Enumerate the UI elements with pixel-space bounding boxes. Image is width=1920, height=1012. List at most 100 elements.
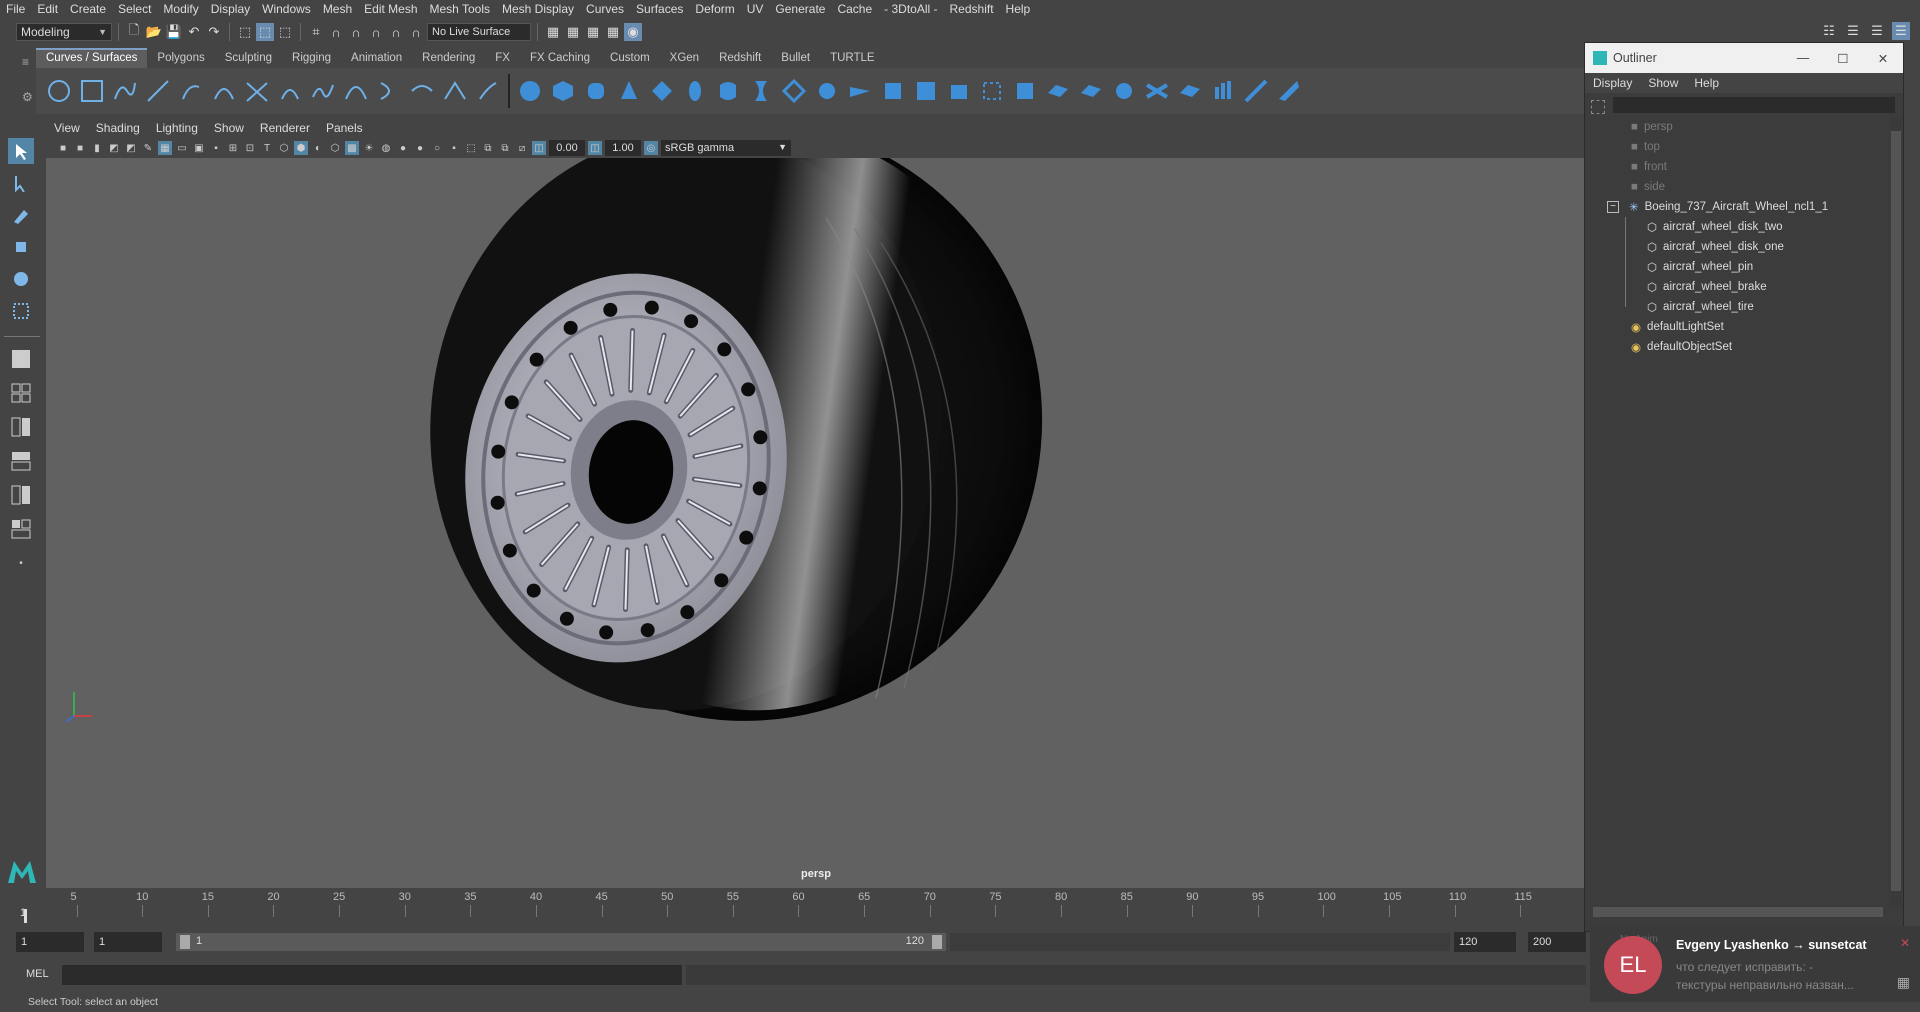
tab-animation[interactable]: Animation [341,50,412,68]
planar-icon[interactable] [781,78,807,104]
tab-polygons[interactable]: Polygons [147,50,214,68]
insert-isoparm-icon[interactable] [1144,78,1170,104]
menu-edit-mesh[interactable]: Edit Mesh [358,2,423,16]
smooth-shade-icon[interactable]: ⬢ [294,141,308,155]
select-hierarchy-icon[interactable]: ⬚ [236,23,254,41]
persp-outliner-icon[interactable] [8,414,34,440]
open-close-icon[interactable] [1111,78,1137,104]
outliner-item-pin[interactable]: ⬡ aircraf_wheel_pin [1647,257,1753,277]
persp-graph-icon[interactable] [8,448,34,474]
use-default-material-icon[interactable]: ◐ [311,141,325,155]
menu-3dtoall[interactable]: - 3DtoAll - [878,2,943,16]
hypershade-icon[interactable]: ◉ [624,23,642,41]
menu-help[interactable]: Help [1000,2,1037,16]
collapse-icon[interactable]: − [1607,201,1619,213]
snap-point-icon[interactable]: ∩ [347,23,365,41]
detach-surfaces-icon[interactable] [1078,78,1104,104]
outliner-item-brake[interactable]: ⬡ aircraf_wheel_brake [1647,277,1767,297]
sculpt-geometry-icon[interactable] [1243,78,1269,104]
close-icon[interactable]: ✕ [1863,51,1903,66]
rebuild-curve-icon[interactable] [409,78,435,104]
camera-select-icon[interactable]: ■ [56,141,70,155]
ambient-occlusion-icon[interactable]: ● [396,141,410,155]
tab-bullet[interactable]: Bullet [771,50,820,68]
safe-title-icon[interactable]: T [260,141,274,155]
menu-mesh-tools[interactable]: Mesh Tools [424,2,496,16]
menu-curves[interactable]: Curves [580,2,630,16]
anti-aliasing-icon[interactable]: ○ [430,141,444,155]
menu-mesh[interactable]: Mesh [317,2,358,16]
camera-attributes-icon[interactable]: ■ [73,141,87,155]
bevel-plus-icon[interactable] [880,78,906,104]
outliner-horizontal-scrollbar[interactable] [1593,907,1883,917]
command-language-label[interactable]: MEL [26,968,49,980]
custom-layout-icon[interactable] [8,516,34,542]
message-notification[interactable]: No Anim EL Evgeny Lyashenko → sunsetcat … [1590,926,1920,1002]
snap-grid-icon[interactable]: ⌗ [307,23,325,41]
tab-turtle[interactable]: TURTLE [820,50,885,68]
mode-select[interactable]: Modeling ▼ [16,23,112,41]
paint-select-icon[interactable] [8,202,34,228]
bookmarks-icon[interactable]: ▮ [90,141,104,155]
menu-file[interactable]: File [0,2,31,16]
cv-curve-icon[interactable] [112,78,138,104]
xray-joints-icon[interactable]: ⧉ [498,141,512,155]
color-space-select[interactable]: sRGB gamma ▼ [661,140,791,156]
nurbs-cone-icon[interactable] [616,78,642,104]
ep-curve-icon[interactable] [145,78,171,104]
motion-blur-icon[interactable]: ● [413,141,427,155]
shelf-menu-icon[interactable]: ≡ [22,55,29,69]
pencil-curve-icon[interactable] [178,78,204,104]
extrude-icon[interactable] [814,78,840,104]
hypershade-layout-icon[interactable] [8,482,34,508]
outliner-vertical-scrollbar[interactable] [1891,117,1901,907]
save-scene-icon[interactable]: 💾 [165,23,183,41]
move-tool-icon[interactable] [8,234,34,260]
select-tool-icon[interactable] [8,138,34,164]
notification-calendar-icon[interactable]: ▦ [1897,974,1910,991]
nurbs-cylinder-icon[interactable] [583,78,609,104]
outliner-item-default-light-set[interactable]: ◉ defaultLightSet [1631,317,1724,337]
wireframe-on-shaded-icon[interactable]: ⬡ [328,141,342,155]
gamma-icon[interactable]: ◫ [588,141,602,155]
render-view-icon[interactable]: ▦ [544,23,562,41]
range-start-handle[interactable] [180,935,190,949]
xray-components-icon[interactable]: ⧄ [515,141,529,155]
intersect-surfaces-icon[interactable] [946,78,972,104]
nurbs-cube-icon[interactable] [550,78,576,104]
arc-tool-icon[interactable] [211,78,237,104]
shelf-settings-icon[interactable]: ⚙ [22,90,33,104]
untrim-icon[interactable] [1012,78,1038,104]
tab-curves-surfaces[interactable]: Curves / Surfaces [36,48,148,68]
film-gate-icon[interactable]: ▭ [175,141,189,155]
tab-xgen[interactable]: XGen [660,50,709,68]
channel-box-icon[interactable]: ☰ [1892,22,1910,40]
attach-surfaces-icon[interactable] [1045,78,1071,104]
shadows-icon[interactable]: ◍ [379,141,393,155]
nurbs-sphere-icon[interactable] [517,78,543,104]
tab-rendering[interactable]: Rendering [412,50,485,68]
tab-sculpting[interactable]: Sculpting [215,50,282,68]
resolution-gate-icon[interactable]: ▣ [192,141,206,155]
redo-icon[interactable]: ↷ [205,23,223,41]
attribute-editor-icon[interactable]: ☰ [1844,22,1862,40]
snap-view-icon[interactable]: ∩ [367,23,385,41]
playback-start-field[interactable]: 1 [94,932,162,952]
field-chart-icon[interactable]: ⊞ [226,141,240,155]
offset-curve-icon[interactable] [376,78,402,104]
surface-editing-icon[interactable] [1276,78,1302,104]
tab-custom[interactable]: Custom [600,50,660,68]
tab-fx[interactable]: FX [485,50,520,68]
grid-icon[interactable]: ▦ [158,141,172,155]
use-all-lights-icon[interactable]: ☀ [362,141,376,155]
safe-action-icon[interactable]: ⊡ [243,141,257,155]
tool-settings-icon[interactable]: ☰ [1868,22,1886,40]
range-end-handle[interactable] [932,935,942,949]
render-settings-icon[interactable]: ▦ [604,23,622,41]
exposure-field[interactable]: 0.00 [549,140,585,156]
tab-redshift[interactable]: Redshift [709,50,771,68]
depth-of-field-icon[interactable]: ▪ [447,141,461,155]
outliner-item-group[interactable]: − ✳ Boeing_737_Aircraft_Wheel_ncl1_1 [1607,197,1828,217]
command-input[interactable] [62,965,682,985]
range-bar[interactable]: 1 120 [176,933,946,951]
